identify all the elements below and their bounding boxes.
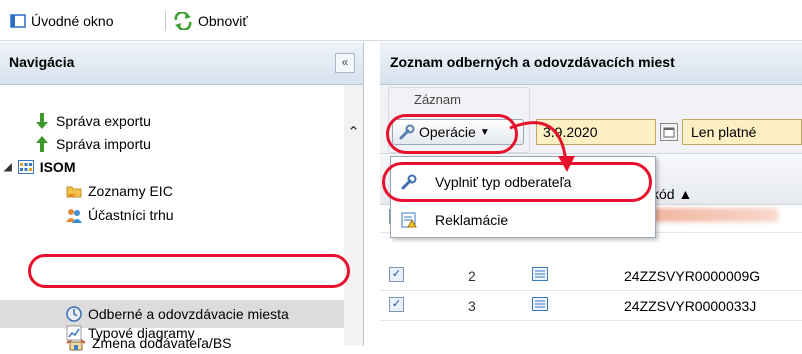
annotation-arrow: [509, 121, 575, 172]
